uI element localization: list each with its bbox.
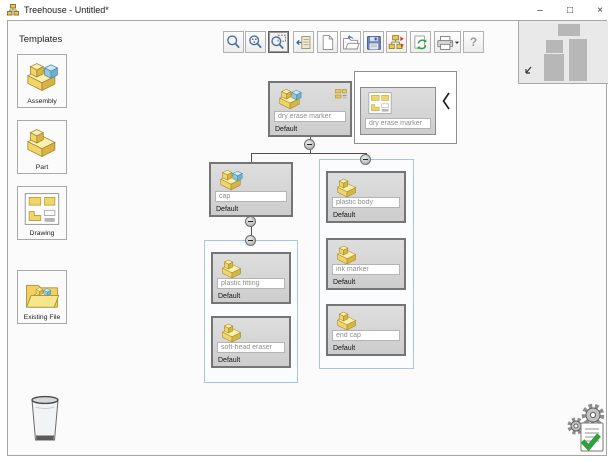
configuration-label: Default: [218, 357, 240, 364]
template-label: Existing File: [18, 314, 66, 321]
node-name-input[interactable]: [215, 191, 287, 202]
open-folder-icon: [341, 32, 360, 53]
close-button[interactable]: ×: [585, 0, 615, 20]
part-node-soft-head-eraser[interactable]: Default: [211, 316, 291, 368]
zoom-to-fit-button[interactable]: [245, 31, 266, 53]
treehouse-window: Treehouse - Untitled* – □ × Templates As…: [0, 0, 615, 463]
assembly-icon: [275, 86, 305, 112]
magnifier-fit-icon: [246, 32, 265, 53]
treehouse-logo-icon: [7, 4, 19, 16]
zoom-to-area-button[interactable]: [268, 31, 289, 53]
part-node-ink-marker[interactable]: Default: [326, 238, 406, 290]
connector-line: [251, 153, 252, 162]
templates-heading: Templates: [19, 34, 62, 45]
open-in-solidworks-button[interactable]: [410, 31, 431, 53]
assembly-icon: [216, 167, 246, 193]
template-label: Drawing: [18, 230, 66, 237]
part-node-plastic-fitting[interactable]: Default: [211, 252, 291, 304]
template-part-button[interactable]: Part: [17, 120, 67, 174]
help-button[interactable]: ?: [463, 31, 484, 53]
configuration-label: Default: [218, 293, 240, 300]
minimap-block: [546, 40, 563, 53]
minimap-block: [544, 54, 564, 81]
node-name-input[interactable]: [274, 111, 346, 122]
template-label: Assembly: [18, 98, 66, 105]
new-document-icon: [318, 32, 337, 53]
maximize-button[interactable]: □: [555, 0, 585, 20]
save-file-button[interactable]: [363, 31, 384, 53]
treehouse-options-button[interactable]: [386, 31, 407, 53]
document-sync-icon: [411, 32, 430, 53]
open-file-button[interactable]: [340, 31, 361, 53]
configuration-label: Default: [333, 212, 355, 219]
template-existing-file-button[interactable]: Existing File: [17, 270, 67, 324]
trash-can-icon: [26, 393, 64, 445]
node-name-input[interactable]: [217, 342, 285, 353]
main-canvas: Templates Assembly Part Drawing Existing…: [7, 20, 607, 456]
expand-collapse-view-button[interactable]: [293, 31, 314, 53]
gears-checklist-icon: [564, 402, 610, 454]
connector-line: [251, 153, 367, 154]
zoom-in-out-button[interactable]: [223, 31, 244, 53]
collapse-children-button[interactable]: [304, 139, 315, 150]
drawing-association-icon: [335, 86, 347, 104]
chevron-left-icon: [442, 92, 450, 110]
drawing-icon: [366, 91, 394, 115]
collapse-children-button[interactable]: [245, 216, 256, 227]
magnifier-area-icon: [269, 32, 288, 53]
minimap-block: [558, 24, 580, 36]
trash-can-dropzone[interactable]: [26, 393, 64, 450]
document-left-arrow-icon: [294, 32, 313, 53]
collapse-group-button[interactable]: [245, 235, 256, 246]
configuration-label: Default: [216, 206, 238, 213]
node-name-input[interactable]: [332, 197, 400, 208]
new-file-button[interactable]: [317, 31, 338, 53]
template-label: Part: [18, 164, 66, 171]
drawing-template-icon: [22, 191, 62, 227]
floppy-disk-icon: [364, 32, 383, 53]
assembly-template-icon: [22, 59, 62, 95]
template-drawing-button[interactable]: Drawing: [17, 186, 67, 240]
printer-icon: [435, 32, 460, 53]
node-name-input[interactable]: [332, 330, 400, 341]
part-node-plastic-body[interactable]: Default: [326, 171, 406, 223]
question-mark-icon: ?: [470, 35, 477, 49]
settings-status-button[interactable]: [564, 402, 610, 459]
assembly-node-cap[interactable]: Default: [209, 162, 293, 217]
template-assembly-button[interactable]: Assembly: [17, 54, 67, 108]
part-node-end-cap[interactable]: Default: [326, 304, 406, 356]
collapse-drawings-chevron[interactable]: [442, 92, 450, 115]
hierarchy-options-icon: [387, 32, 406, 53]
titlebar: Treehouse - Untitled* – □ ×: [0, 0, 615, 20]
node-name-input[interactable]: [332, 264, 400, 275]
overview-minimap: [518, 21, 608, 84]
diagonal-arrow-icon[interactable]: [523, 62, 533, 80]
minimize-button[interactable]: –: [525, 0, 555, 20]
existing-file-icon: [22, 275, 62, 311]
configuration-label: Default: [333, 279, 355, 286]
minimap-block: [569, 39, 587, 81]
drawing-node-dry-erase-marker[interactable]: [360, 87, 436, 135]
configuration-label: Default: [333, 345, 355, 352]
drawing-name-input[interactable]: [365, 118, 431, 129]
collapse-group-button[interactable]: [360, 154, 371, 165]
configuration-label: Default: [275, 126, 297, 133]
part-template-icon: [22, 125, 62, 161]
magnifier-icon: [224, 32, 243, 53]
assembly-node-dry-erase-marker[interactable]: Default: [268, 81, 352, 137]
node-name-input[interactable]: [217, 278, 285, 289]
window-title: Treehouse - Untitled*: [24, 5, 109, 15]
print-button[interactable]: [434, 31, 461, 53]
